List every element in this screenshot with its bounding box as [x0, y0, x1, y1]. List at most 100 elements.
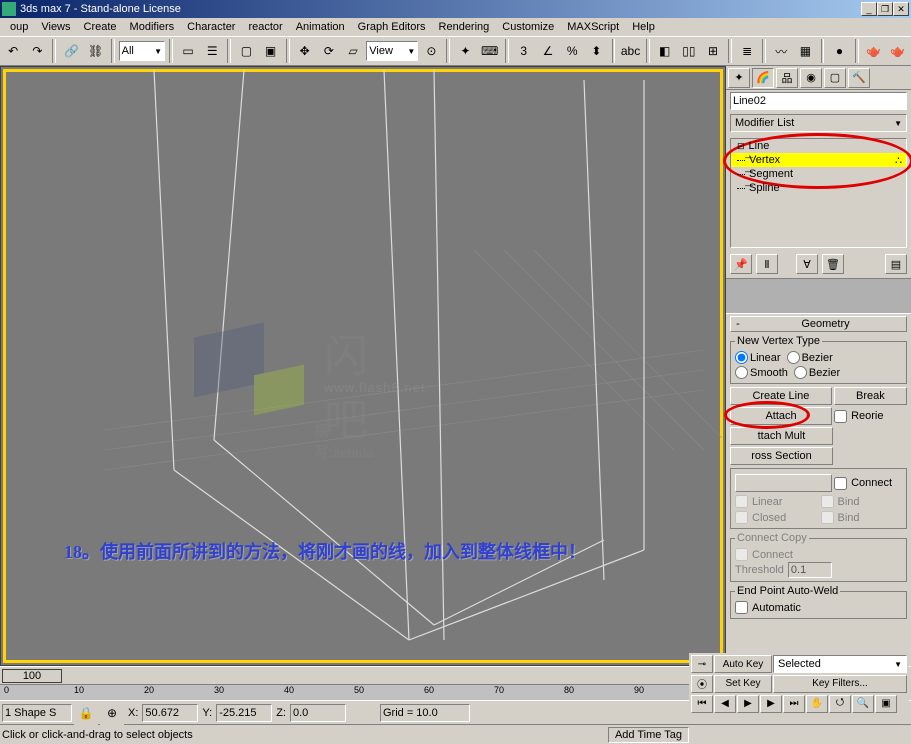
stack-segment[interactable]: Segment: [731, 167, 906, 181]
linear-checkbox[interactable]: Linear: [735, 494, 817, 509]
connect-copy-checkbox[interactable]: Connect: [735, 547, 902, 562]
selection-filter[interactable]: All▼: [119, 41, 165, 61]
layers-button[interactable]: ≣: [736, 39, 758, 63]
rotate-button[interactable]: ⟳: [318, 39, 340, 63]
modifier-list[interactable]: Modifier List: [730, 114, 907, 132]
menu-character[interactable]: Character: [181, 20, 241, 34]
maximize-viewport-icon[interactable]: ▣: [875, 695, 897, 713]
break-button[interactable]: Break: [834, 387, 907, 405]
spinner-snap-button[interactable]: ⬍: [585, 39, 607, 63]
menu-grapheditors[interactable]: Graph Editors: [352, 20, 432, 34]
align-button[interactable]: ▯▯: [678, 39, 700, 63]
cross-section-button[interactable]: ross Section: [730, 447, 833, 465]
pan-icon[interactable]: ✋: [806, 695, 828, 713]
show-end-result-icon[interactable]: Ⅱ: [756, 254, 778, 274]
attach-mult-button[interactable]: ttach Mult: [730, 427, 833, 445]
bind2-checkbox[interactable]: Bind: [821, 510, 903, 525]
pivot-button[interactable]: ⊙: [420, 39, 442, 63]
create-tab-icon[interactable]: ✦: [728, 68, 750, 88]
menu-views[interactable]: Views: [35, 20, 76, 34]
pin-stack-icon[interactable]: 📌: [730, 254, 752, 274]
select-button[interactable]: ▭: [177, 39, 199, 63]
radio-linear[interactable]: Linear: [735, 351, 781, 364]
keymode-select[interactable]: Selected▼: [773, 655, 907, 673]
time-slider-thumb[interactable]: 100: [2, 669, 62, 683]
menu-reactor[interactable]: reactor: [242, 20, 288, 34]
time-ruler[interactable]: 0 10 20 30 40 50 60 70 80 90 100: [0, 684, 726, 700]
close-button[interactable]: ✕: [893, 2, 909, 16]
menu-maxscript[interactable]: MAXScript: [561, 20, 625, 34]
menu-group[interactable]: oup: [4, 20, 34, 34]
redo-button[interactable]: ↷: [26, 39, 48, 63]
menu-modifiers[interactable]: Modifiers: [124, 20, 181, 34]
goto-end-icon[interactable]: ⏭: [783, 695, 805, 713]
remove-modifier-icon[interactable]: 🗑: [822, 254, 844, 274]
next-frame-icon[interactable]: ▶: [760, 695, 782, 713]
named-sel-button[interactable]: abc: [619, 39, 641, 63]
reorient-checkbox[interactable]: [834, 410, 847, 423]
mirror-button[interactable]: ◧: [654, 39, 676, 63]
stack-vertex[interactable]: ∴Vertex: [731, 153, 906, 167]
refine-button[interactable]: [735, 474, 832, 492]
undo-button[interactable]: ↶: [2, 39, 24, 63]
stack-spline[interactable]: Spline: [731, 181, 906, 195]
configure-sets-icon[interactable]: ▤: [885, 254, 907, 274]
stack-root-line[interactable]: Line: [731, 139, 906, 153]
rect-select-icon[interactable]: ▢: [235, 39, 257, 63]
lock-selection-icon[interactable]: 🔒: [74, 701, 98, 725]
material-button[interactable]: ●: [828, 39, 850, 63]
scale-button[interactable]: ▱: [342, 39, 364, 63]
x-input[interactable]: [145, 707, 195, 719]
radio-smooth[interactable]: Smooth: [735, 366, 788, 379]
menu-help[interactable]: Help: [626, 20, 661, 34]
hierarchy-tab-icon[interactable]: 品: [776, 68, 798, 88]
arc-rotate-icon[interactable]: ⭯: [829, 695, 851, 713]
move-button[interactable]: ✥: [294, 39, 316, 63]
bind1-checkbox[interactable]: Bind: [821, 494, 903, 509]
menu-animation[interactable]: Animation: [290, 20, 351, 34]
automatic-checkbox[interactable]: Automatic: [735, 600, 902, 615]
goto-start-icon[interactable]: ⏮: [691, 695, 713, 713]
utilities-tab-icon[interactable]: 🔨: [848, 68, 870, 88]
object-name-input[interactable]: [730, 92, 907, 110]
menu-customize[interactable]: Customize: [496, 20, 560, 34]
closed-checkbox[interactable]: Closed: [735, 510, 817, 525]
restore-button[interactable]: ❐: [877, 2, 893, 16]
play-icon[interactable]: ▶: [737, 695, 759, 713]
keymode-button[interactable]: ⌨: [479, 39, 501, 63]
setkey-button[interactable]: Set Key: [714, 675, 772, 693]
select-name-button[interactable]: ☰: [201, 39, 223, 63]
motion-tab-icon[interactable]: ◉: [800, 68, 822, 88]
manip-button[interactable]: ✦: [454, 39, 476, 63]
attach-button[interactable]: Attach: [730, 407, 832, 425]
set-key-large-icon[interactable]: ⦿: [691, 675, 713, 693]
schematic-button[interactable]: ▦: [794, 39, 816, 63]
display-tab-icon[interactable]: ▢: [824, 68, 846, 88]
unlink-button[interactable]: ⛓: [85, 39, 107, 63]
modifier-stack[interactable]: Line ∴Vertex Segment Spline: [730, 138, 907, 248]
absolute-mode-icon[interactable]: ⊕: [100, 701, 124, 725]
menu-rendering[interactable]: Rendering: [433, 20, 496, 34]
z-input[interactable]: [293, 707, 343, 719]
key-icon[interactable]: ⊸: [691, 655, 713, 673]
keyfilters-button[interactable]: Key Filters...: [773, 675, 907, 693]
connect-checkbox[interactable]: [834, 477, 847, 490]
menu-create[interactable]: Create: [78, 20, 123, 34]
snap-button[interactable]: 3: [513, 39, 535, 63]
y-input[interactable]: [219, 707, 269, 719]
create-line-button[interactable]: Create Line: [730, 387, 832, 405]
threshold-input[interactable]: [788, 562, 832, 578]
ref-coord[interactable]: View▼: [366, 41, 418, 61]
curve-editor-button[interactable]: 〰: [770, 39, 792, 63]
make-unique-icon[interactable]: ∀: [796, 254, 818, 274]
prev-frame-icon[interactable]: ◀: [714, 695, 736, 713]
minimize-button[interactable]: _: [861, 2, 877, 16]
autokey-button[interactable]: Auto Key: [714, 655, 772, 673]
window-crossing-icon[interactable]: ▣: [259, 39, 281, 63]
percent-snap-button[interactable]: %: [561, 39, 583, 63]
viewport[interactable]: 闪吧 www.flash8.net 撰写:nebula 18。使用前面所讲到的方…: [0, 66, 726, 666]
quick-render-button[interactable]: 🫖: [887, 39, 909, 63]
modify-tab-icon[interactable]: 🌈: [752, 68, 774, 88]
rollout-geometry[interactable]: -Geometry: [730, 316, 907, 332]
array-button[interactable]: ⊞: [702, 39, 724, 63]
